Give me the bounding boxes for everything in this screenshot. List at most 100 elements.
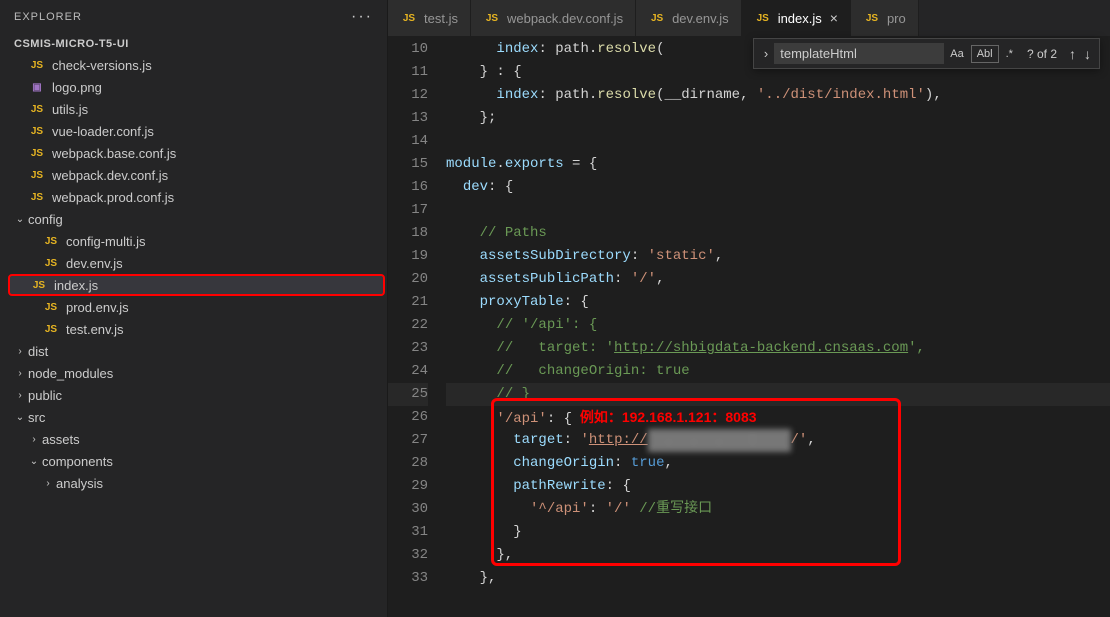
chevron-down-icon: ⌄ [14, 214, 26, 225]
file-item[interactable]: JSwebpack.base.conf.js [0, 142, 387, 164]
folder-item[interactable]: ⌄config [0, 208, 387, 230]
file-item[interactable]: JSindex.js [8, 274, 385, 296]
file-type-icon: JS [28, 148, 46, 159]
folder-item[interactable]: ⌄src [0, 406, 387, 428]
code-line[interactable]: '^/api': '/' //重写接口 [446, 498, 1110, 521]
file-item[interactable]: JSprod.env.js [0, 296, 387, 318]
editor-tab[interactable]: JStest.js [388, 0, 471, 36]
file-label: test.env.js [66, 322, 124, 337]
file-item[interactable]: JSdev.env.js [0, 252, 387, 274]
folder-item[interactable]: ›analysis [0, 472, 387, 494]
find-match-case-icon[interactable]: Aa [945, 46, 968, 62]
line-number: 18 [388, 222, 428, 245]
file-item[interactable]: ▣ logo.png [0, 76, 387, 98]
folder-label: analysis [56, 476, 103, 491]
line-number: 10 [388, 38, 428, 61]
tab-label: pro [887, 11, 906, 26]
code-line[interactable]: // Paths [446, 222, 1110, 245]
file-type-icon: JS [28, 60, 46, 71]
line-number: 24 [388, 360, 428, 383]
code-line[interactable]: // changeOrigin: true [446, 360, 1110, 383]
code-editor[interactable]: 1011121314151617181920212223242526272829… [388, 36, 1110, 617]
code-line[interactable]: }, [446, 567, 1110, 590]
folder-label: assets [42, 432, 80, 447]
code-line[interactable]: // target: 'http://shbigdata-backend.cns… [446, 337, 1110, 360]
folder-item[interactable]: ›assets [0, 428, 387, 450]
line-number: 25 [388, 383, 428, 406]
code-line[interactable]: } [446, 521, 1110, 544]
find-input[interactable] [774, 43, 944, 64]
line-number: 14 [388, 130, 428, 153]
find-regex-icon[interactable]: .* [1001, 46, 1018, 62]
line-number: 17 [388, 199, 428, 222]
code-line[interactable]: changeOrigin: true, [446, 452, 1110, 475]
folder-item[interactable]: ›node_modules [0, 362, 387, 384]
code-line[interactable]: proxyTable: { [446, 291, 1110, 314]
code-line[interactable]: assetsPublicPath: '/', [446, 268, 1110, 291]
code-line[interactable] [446, 130, 1110, 153]
project-name[interactable]: CSMIS-MICRO-T5-UI [0, 34, 387, 54]
file-item[interactable]: JSvue-loader.conf.js [0, 120, 387, 142]
code-line[interactable]: }; [446, 107, 1110, 130]
file-type-icon: JS [28, 170, 46, 181]
file-label: logo.png [52, 80, 102, 95]
file-item[interactable]: JS test.env.js [0, 318, 387, 340]
line-number: 22 [388, 314, 428, 337]
find-next-icon[interactable]: ↓ [1080, 46, 1095, 62]
code-line[interactable]: target: 'http:// . . . : /', [446, 429, 1110, 452]
folder-label: public [28, 388, 62, 403]
file-type-icon: JS [42, 324, 60, 335]
chevron-right-icon: › [14, 368, 26, 379]
line-number: 16 [388, 176, 428, 199]
line-number: 30 [388, 498, 428, 521]
file-type-icon: JS [42, 236, 60, 247]
file-type-icon: JS [28, 126, 46, 137]
editor-tab[interactable]: JSwebpack.dev.conf.js [471, 0, 636, 36]
find-whole-word-icon[interactable]: Abl [971, 45, 999, 63]
file-item[interactable]: JS check-versions.js [0, 54, 387, 76]
line-number: 20 [388, 268, 428, 291]
editor-tab[interactable]: JSpro [851, 0, 919, 36]
code-line[interactable]: }, [446, 544, 1110, 567]
find-toggle-replace-icon[interactable]: › [758, 46, 774, 61]
code-content[interactable]: index: path.resolve( } : { index: path.r… [446, 36, 1110, 617]
editor-area: JStest.jsJSwebpack.dev.conf.jsJSdev.env.… [388, 0, 1110, 617]
folder-label: src [28, 410, 45, 425]
code-line[interactable]: index: path.resolve(__dirname, '../dist/… [446, 84, 1110, 107]
line-number: 23 [388, 337, 428, 360]
folder-item[interactable]: ›public [0, 384, 387, 406]
code-line[interactable]: // '/api': { [446, 314, 1110, 337]
code-line[interactable]: dev: { [446, 176, 1110, 199]
file-label: check-versions.js [52, 58, 152, 73]
file-label: prod.env.js [66, 300, 129, 315]
folder-label: dist [28, 344, 48, 359]
file-tree: JScheck-versions.js▣logo.pngJSutils.jsJS… [0, 54, 387, 617]
find-result-count: ? of 2 [1019, 47, 1065, 61]
close-icon[interactable]: × [830, 10, 838, 26]
line-number: 21 [388, 291, 428, 314]
code-line[interactable]: assetsSubDirectory: 'static', [446, 245, 1110, 268]
line-number: 32 [388, 544, 428, 567]
code-line[interactable]: // } [446, 383, 1110, 406]
code-line[interactable]: pathRewrite: { [446, 475, 1110, 498]
line-number: 27 [388, 429, 428, 452]
editor-tab[interactable]: JSdev.env.js [636, 0, 742, 36]
line-number: 15 [388, 153, 428, 176]
line-number: 26 [388, 406, 428, 429]
editor-tab[interactable]: JSindex.js× [742, 0, 851, 36]
explorer-more-icon[interactable]: ··· [351, 8, 373, 26]
code-line[interactable] [446, 199, 1110, 222]
file-type-icon: JS [483, 13, 501, 24]
file-item[interactable]: JSconfig-multi.js [0, 230, 387, 252]
file-item[interactable]: JSwebpack.prod.conf.js [0, 186, 387, 208]
folder-item[interactable]: ›dist [0, 340, 387, 362]
file-item[interactable]: JSutils.js [0, 98, 387, 120]
line-number-gutter: 1011121314151617181920212223242526272829… [388, 36, 446, 617]
code-line[interactable]: module.exports = { [446, 153, 1110, 176]
find-prev-icon[interactable]: ↑ [1065, 46, 1080, 62]
code-line[interactable]: '/api': { 例如：192.168.1.121：8083 [446, 406, 1110, 429]
folder-item[interactable]: ⌄components [0, 450, 387, 472]
file-type-icon: ▣ [28, 82, 46, 93]
find-widget: › Aa Abl .* ? of 2 ↑ ↓ [753, 38, 1100, 69]
file-item[interactable]: JSwebpack.dev.conf.js [0, 164, 387, 186]
